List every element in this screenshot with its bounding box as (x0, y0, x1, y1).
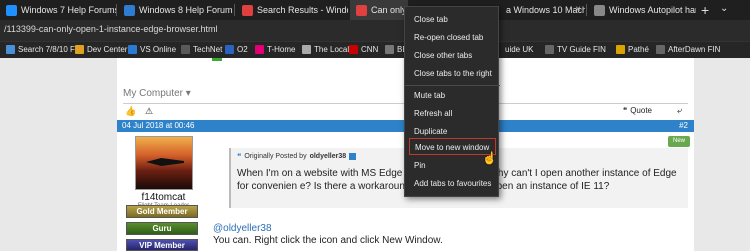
tab-label: Windows 7 Help Forums (21, 5, 116, 15)
reply-icon[interactable]: ⤶ (677, 105, 682, 116)
username-link[interactable]: f14tomcat (117, 192, 210, 203)
new-tab-button[interactable]: + (701, 2, 709, 18)
menu-item-close-tabs-right[interactable]: Close tabs to the right (405, 65, 500, 82)
reply-text: You can. Right click the icon and click … (213, 235, 443, 246)
favorite-dev-center[interactable]: Dev Center (75, 45, 127, 54)
visual-studio-icon (128, 45, 137, 54)
bbc-icon (385, 45, 394, 54)
technet-icon (181, 45, 190, 54)
quote-icon: ❝ (237, 152, 242, 161)
tab-windows7[interactable]: Windows 7 Help Forums (0, 0, 116, 20)
avatar[interactable] (135, 136, 193, 190)
favorites-bar: Search 7/8/10 F Dev Center VS Online Tec… (0, 41, 750, 58)
search-icon (6, 45, 15, 54)
vip-member-badge: VIP Member (126, 239, 198, 251)
new-badge: New (668, 136, 690, 147)
my-computer-link[interactable]: My Computer ▾ (123, 88, 191, 99)
the-local-icon (302, 45, 311, 54)
menu-item-close-other-tabs[interactable]: Close other tabs (405, 47, 500, 64)
hand-pointer-cursor-icon: ☝ (482, 151, 497, 165)
o2-icon (225, 45, 234, 54)
tab-windows8[interactable]: Windows 8 Help Forums (118, 0, 233, 20)
quote-header: ❝ Originally Posted by oldyeller38 (237, 152, 357, 161)
jet-silhouette (146, 158, 184, 166)
view-post-icon[interactable] (349, 153, 357, 160)
tab-label: a Windows 10 Machi (506, 5, 585, 15)
post-date: 04 Jul 2018 at 00:46 (122, 121, 195, 130)
tab-strip: Windows 7 Help Forums Windows 8 Help For… (0, 0, 750, 20)
windows-logo-icon (6, 4, 17, 16)
cnn-icon (349, 45, 358, 54)
windows-logo-icon (124, 4, 135, 16)
favorite-tv-guide-fin[interactable]: TV Guide FIN (545, 45, 606, 54)
tab-label: Windows Autopilot hardwa (609, 5, 696, 15)
favorite-o2[interactable]: O2 (225, 45, 248, 54)
favorite-t-home[interactable]: T-Home (255, 45, 295, 54)
pathe-icon (616, 45, 625, 54)
favorite-tv-guide-uk[interactable]: uide UK (505, 45, 533, 54)
favorite-pathe[interactable]: Pathé (616, 45, 649, 54)
menu-item-close-tab[interactable]: Close tab (405, 11, 500, 28)
favorite-technet[interactable]: TechNet (181, 45, 222, 54)
quote-button[interactable]: ❝ Quote (623, 106, 652, 115)
tab-search-results[interactable]: Search Results - Windows 1 (236, 0, 348, 20)
quote-author-link[interactable]: oldyeller38 (310, 153, 347, 160)
quote-icon: ❝ (622, 106, 628, 115)
menu-item-reopen-closed-tab[interactable]: Re-open closed tab (405, 29, 500, 46)
tenforums-icon (242, 4, 253, 16)
afterdawn-icon (656, 45, 665, 54)
green-accent (212, 58, 222, 61)
windows-logo-icon (594, 4, 605, 16)
favorite-cnn[interactable]: CNN (349, 45, 378, 54)
gold-member-badge: Gold Member (126, 205, 198, 218)
warning-icon[interactable]: ⚠ (145, 106, 153, 117)
t-home-icon (255, 45, 264, 54)
favorite-the-local[interactable]: The Local (302, 45, 349, 54)
tab-windows-autopilot[interactable]: Windows Autopilot hardwa (588, 0, 696, 20)
favorite-search[interactable]: Search 7/8/10 F (6, 45, 75, 54)
tab-windows10-machine[interactable]: a Windows 10 Machi × (500, 0, 585, 20)
web-page: My Computer ▾ 👍 ⚠ ❝ Quote ⤶ 04 Jul 2018 a… (0, 58, 750, 251)
tv-guide-icon (545, 45, 554, 54)
menu-item-add-tabs-to-favourites[interactable]: Add tabs to favourites (405, 175, 500, 192)
menu-separator (405, 85, 500, 86)
thumbs-up-icon[interactable]: 👍 (125, 106, 136, 117)
tab-label: Can only op (371, 5, 408, 15)
tab-context-menu: Close tab Re-open closed tab Close other… (404, 6, 500, 197)
menu-item-mute-tab[interactable]: Mute tab (405, 87, 500, 104)
dev-center-icon (75, 45, 84, 54)
guru-badge: Guru (126, 222, 198, 235)
tab-can-only-open[interactable]: Can only op (350, 0, 408, 20)
menu-item-refresh-all[interactable]: Refresh all (405, 105, 500, 122)
address-bar[interactable]: /113399-can-only-open-1-instance-edge-br… (0, 20, 750, 41)
tab-label: Windows 8 Help Forums (139, 5, 233, 15)
chevron-down-icon: ▾ (185, 88, 191, 99)
tenforums-icon (356, 4, 367, 16)
chevron-down-icon[interactable]: ⌄ (720, 3, 728, 14)
mention-link[interactable]: @oldyeller38 (213, 223, 272, 234)
url-text[interactable]: /113399-can-only-open-1-instance-edge-br… (4, 24, 217, 34)
favorite-afterdawn[interactable]: AfterDawn FIN (656, 45, 720, 54)
close-tab-icon[interactable]: × (575, 4, 581, 15)
favorite-vs-online[interactable]: VS Online (128, 45, 176, 54)
tab-label: Search Results - Windows 1 (257, 5, 348, 15)
post-number-link[interactable]: #2 (679, 121, 688, 130)
